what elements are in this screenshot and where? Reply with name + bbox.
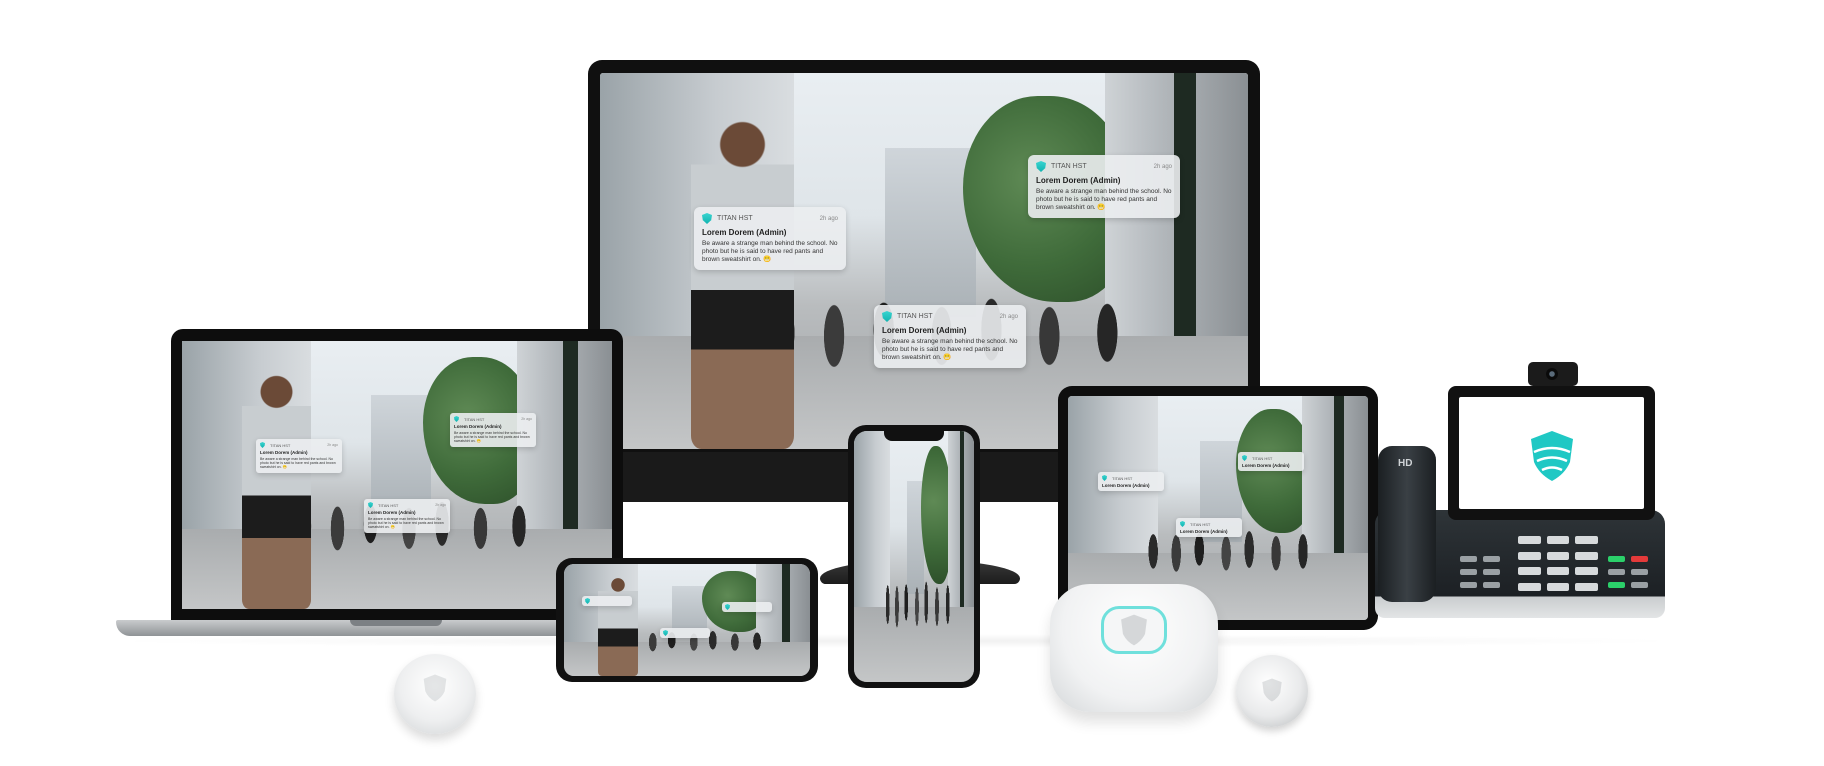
soft-key[interactable]: [1460, 569, 1477, 575]
phone-landscape-screen: [564, 564, 810, 676]
camera-lens-icon: [1546, 368, 1558, 380]
laptop-notch: [350, 620, 442, 626]
keypad-key[interactable]: [1575, 582, 1598, 591]
speaker-key[interactable]: [1608, 582, 1625, 588]
keypad-key[interactable]: [1575, 536, 1598, 544]
keypad-key[interactable]: [1546, 582, 1570, 591]
shield-icon: [454, 416, 459, 422]
keypad-key[interactable]: [1546, 551, 1570, 560]
keypad-key[interactable]: [1575, 567, 1598, 575]
shield-icon: [1102, 475, 1107, 481]
notification-card[interactable]: TITAN HST 2h ago Lorem Dorem (Admin) Be …: [450, 413, 536, 447]
desk-phone-right-keys: [1608, 556, 1648, 590]
keypad-key[interactable]: [1518, 582, 1541, 591]
shield-icon: [1036, 161, 1046, 172]
hd-badge: HD: [1398, 458, 1413, 469]
desk-phone-handset[interactable]: [1378, 446, 1436, 602]
soft-key[interactable]: [1460, 582, 1477, 588]
notification-card[interactable]: [722, 602, 772, 612]
notification-card[interactable]: TITAN HST Lorem Dorem (Admin): [1098, 472, 1164, 491]
notification-card[interactable]: TITAN HST 2h ago Lorem Dorem (Admin) Be …: [256, 439, 342, 473]
desk-phone-left-keys: [1460, 556, 1500, 590]
shield-logo-icon: [1262, 678, 1282, 702]
soft-key[interactable]: [1631, 582, 1648, 588]
shield-icon: [1242, 455, 1247, 461]
keypad-key[interactable]: [1546, 567, 1570, 575]
answer-key[interactable]: [1608, 556, 1625, 562]
shield-icon: [368, 502, 373, 508]
keypad-key[interactable]: [1518, 551, 1541, 560]
shield-icon: [663, 630, 668, 636]
soft-key[interactable]: [1631, 569, 1648, 575]
notification-card[interactable]: TITAN HST 2h ago Lorem Dorem (Admin) Be …: [1028, 155, 1180, 219]
notification-card[interactable]: TITAN HST 2h ago Lorem Dorem (Admin) Be …: [874, 305, 1026, 369]
soft-key[interactable]: [1483, 556, 1500, 562]
shield-logo-icon: [423, 674, 447, 702]
keypad-key[interactable]: [1575, 551, 1598, 560]
shield-icon: [725, 604, 730, 610]
keypad-key[interactable]: [1546, 536, 1570, 544]
street-photo: [182, 341, 612, 609]
shield-logo-icon: [1121, 614, 1147, 646]
shield-icon: [702, 213, 712, 224]
phone-notch: [884, 431, 944, 441]
phone-portrait-screen: [854, 431, 974, 682]
desk-phone-keypad: [1518, 536, 1598, 594]
hangup-key[interactable]: [1631, 556, 1648, 562]
notification-card[interactable]: TITAN HST 2h ago Lorem Dorem (Admin) Be …: [694, 207, 846, 271]
soft-key[interactable]: [1460, 556, 1477, 562]
shield-icon: [585, 598, 590, 604]
shield-logo-icon: [1531, 431, 1573, 481]
soft-key[interactable]: [1608, 569, 1625, 575]
keypad-key[interactable]: [1518, 536, 1541, 544]
notification-card[interactable]: TITAN HST Lorem Dorem (Admin): [1176, 518, 1242, 537]
shield-icon: [882, 311, 892, 322]
soft-key[interactable]: [1483, 582, 1500, 588]
shield-icon: [1180, 521, 1185, 527]
street-photo: [564, 564, 810, 676]
notification-card[interactable]: [582, 596, 632, 606]
notification-card[interactable]: TITAN HST 2h ago Lorem Dorem (Admin) Be …: [364, 499, 450, 533]
shield-icon: [260, 442, 265, 448]
soft-key[interactable]: [1483, 569, 1500, 575]
street-photo: [854, 431, 974, 682]
keypad-key[interactable]: [1518, 567, 1541, 575]
laptop-screen: TITAN HST 2h ago Lorem Dorem (Admin) Be …: [182, 341, 612, 609]
notification-card[interactable]: TITAN HST Lorem Dorem (Admin): [1238, 452, 1304, 471]
notification-card[interactable]: [660, 628, 710, 638]
